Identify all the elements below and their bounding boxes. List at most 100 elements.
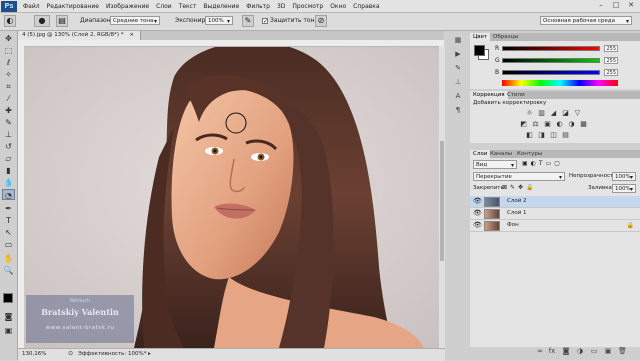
- dodge-tool-icon[interactable]: ◔: [2, 189, 15, 200]
- gradient-tool-icon[interactable]: ▮: [2, 165, 15, 176]
- photo-filter-adj-icon[interactable]: ◐: [556, 121, 563, 128]
- maximize-button[interactable]: □: [610, 1, 622, 10]
- eraser-tool-icon[interactable]: ▱: [2, 153, 15, 164]
- document-canvas[interactable]: Retouch Bratskiy Valentin www.valent-bra…: [24, 47, 439, 348]
- opacity-input[interactable]: 100%: [612, 172, 636, 182]
- invert-adj-icon[interactable]: ◧: [526, 132, 533, 139]
- visibility-eye-icon[interactable]: 👁: [473, 210, 482, 217]
- exposure-input[interactable]: 100%: [205, 16, 233, 26]
- tab-color[interactable]: Цвет: [470, 33, 491, 41]
- clone-source-icon[interactable]: ⊥: [452, 77, 464, 88]
- layer-name[interactable]: Слой 2: [507, 198, 527, 204]
- hue-sat-adj-icon[interactable]: ◩: [520, 121, 527, 128]
- marquee-tool-icon[interactable]: ⬚: [2, 45, 15, 56]
- menu-file[interactable]: Файл: [23, 3, 40, 10]
- menu-select[interactable]: Выделение: [203, 3, 239, 10]
- document-tab[interactable]: 4 (5).jpg @ 130% (Слой 2, RGB/8*) * ×: [18, 31, 141, 40]
- layer-kind-filter[interactable]: Вид: [473, 160, 517, 170]
- range-select[interactable]: Средние тона: [110, 16, 160, 26]
- tab-paths[interactable]: Контуры: [514, 150, 545, 158]
- layer-filter-icons[interactable]: ▣◐T▭▢: [522, 160, 563, 167]
- hand-tool-icon[interactable]: ✋: [2, 253, 15, 264]
- visibility-eye-icon[interactable]: 👁: [473, 222, 482, 229]
- character-panel-icon[interactable]: A: [452, 91, 464, 102]
- pressure-size-icon[interactable]: ⊘: [315, 15, 327, 27]
- actions-panel-icon[interactable]: ▶: [452, 49, 464, 60]
- close-tab-icon[interactable]: ×: [129, 32, 134, 38]
- status-info-icon[interactable]: ⊙: [68, 350, 73, 357]
- workspace-select[interactable]: Основная рабочая среда: [540, 16, 632, 26]
- menu-window[interactable]: Окно: [330, 3, 346, 10]
- layer-row-layer2[interactable]: 👁 Слой 2: [470, 196, 640, 208]
- layer-row-background[interactable]: 👁 Фон 🔒: [470, 220, 640, 232]
- channel-r-value[interactable]: 255: [604, 45, 618, 52]
- color-spectrum-bar[interactable]: [502, 80, 618, 86]
- crop-tool-icon[interactable]: ⌗: [2, 81, 15, 92]
- tab-channels[interactable]: Каналы: [487, 150, 515, 158]
- brush-panel-icon-side[interactable]: ✎: [452, 63, 464, 74]
- zoom-tool-icon[interactable]: 🔍: [2, 265, 15, 276]
- fill-input[interactable]: 100%: [612, 184, 636, 194]
- link-layers-icon[interactable]: ∞: [536, 347, 544, 355]
- minimize-button[interactable]: –: [595, 1, 607, 10]
- channel-g-value[interactable]: 255: [604, 57, 618, 64]
- protect-tones-checkbox[interactable]: ✓: [262, 18, 268, 25]
- menu-filter[interactable]: Фильтр: [246, 3, 270, 10]
- clone-stamp-tool-icon[interactable]: ⊥: [2, 129, 15, 140]
- channel-g-slider[interactable]: [502, 58, 600, 63]
- color-balance-adj-icon[interactable]: ⚖: [532, 121, 539, 128]
- tab-adjustments[interactable]: Коррекция: [470, 91, 508, 99]
- move-tool-icon[interactable]: ✥: [2, 33, 15, 44]
- gradient-map-adj-icon[interactable]: ▤: [562, 132, 569, 139]
- history-panel-icon[interactable]: ▦: [452, 35, 464, 46]
- brush-tool-icon[interactable]: ✎: [2, 117, 15, 128]
- quick-mask-icon[interactable]: ◙: [2, 311, 15, 322]
- close-button[interactable]: ✕: [625, 1, 637, 10]
- menu-view[interactable]: Просмотр: [292, 3, 323, 10]
- vibrance-adj-icon[interactable]: ▽: [574, 110, 581, 117]
- scrollbar-thumb[interactable]: [440, 141, 444, 261]
- healing-brush-tool-icon[interactable]: ✚: [2, 105, 15, 116]
- pen-tool-icon[interactable]: ✒: [2, 203, 15, 214]
- tab-styles[interactable]: Стили: [504, 91, 528, 99]
- zoom-readout[interactable]: 130,16%: [22, 351, 46, 357]
- curves-adj-icon[interactable]: ◢: [550, 110, 557, 117]
- channel-b-slider[interactable]: [502, 70, 600, 75]
- history-brush-tool-icon[interactable]: ↺: [2, 141, 15, 152]
- channel-r-slider[interactable]: [502, 46, 600, 51]
- path-select-tool-icon[interactable]: ↖: [2, 227, 15, 238]
- layer-name[interactable]: Фон: [507, 222, 519, 228]
- brightness-adj-icon[interactable]: ☼: [526, 110, 533, 117]
- menu-image[interactable]: Изображение: [106, 3, 149, 10]
- menu-type[interactable]: Текст: [179, 3, 197, 10]
- threshold-adj-icon[interactable]: ◫: [550, 132, 557, 139]
- color-lookup-adj-icon[interactable]: ▦: [580, 121, 587, 128]
- layer-style-icon[interactable]: fx: [548, 347, 556, 355]
- quick-select-tool-icon[interactable]: ✧: [2, 69, 15, 80]
- blend-mode-select[interactable]: Перекрытие: [473, 172, 565, 182]
- tool-preset-icon[interactable]: ◐: [4, 15, 16, 27]
- lock-icons[interactable]: ⊠✎✥🔒: [502, 184, 537, 191]
- layer-row-layer1[interactable]: 👁 Слой 1: [470, 208, 640, 220]
- menu-3d[interactable]: 3D: [277, 3, 285, 10]
- type-tool-icon[interactable]: T: [2, 215, 15, 226]
- exposure-adj-icon[interactable]: ◪: [562, 110, 569, 117]
- delete-layer-icon[interactable]: 🗑: [618, 347, 627, 355]
- menu-layers[interactable]: Слои: [156, 3, 172, 10]
- brush-panel-icon[interactable]: ▤: [56, 15, 68, 27]
- tab-swatches[interactable]: Образцы: [490, 33, 522, 41]
- fg-color-chip[interactable]: [474, 45, 485, 56]
- paragraph-panel-icon[interactable]: ¶: [452, 105, 464, 116]
- foreground-color-swatch[interactable]: [3, 293, 13, 303]
- layer-name[interactable]: Слой 1: [507, 210, 527, 216]
- add-mask-icon[interactable]: ◙: [562, 347, 570, 355]
- levels-adj-icon[interactable]: ▥: [538, 110, 545, 117]
- screen-mode-icon[interactable]: ▣: [2, 325, 15, 336]
- blur-tool-icon[interactable]: 💧: [2, 177, 15, 188]
- brush-preset-picker[interactable]: ●: [34, 15, 50, 27]
- new-group-icon[interactable]: ▭: [590, 347, 598, 355]
- visibility-eye-icon[interactable]: 👁: [473, 198, 482, 205]
- menu-help[interactable]: Справка: [353, 3, 379, 10]
- menu-edit[interactable]: Редактирование: [47, 3, 99, 10]
- new-adjustment-icon[interactable]: ◑: [576, 347, 584, 355]
